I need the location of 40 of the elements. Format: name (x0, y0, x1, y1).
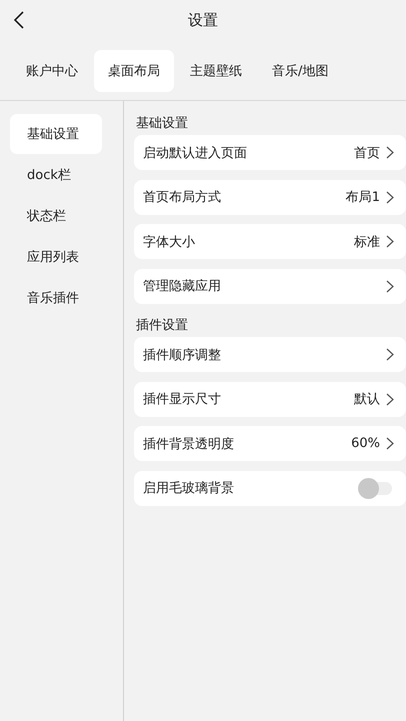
chevron-right-icon (386, 280, 394, 292)
chevron-right-icon (386, 235, 394, 248)
sidebar-item[interactable]: 应用列表 (10, 237, 102, 277)
tab[interactable]: 桌面布局 (94, 50, 174, 92)
section-title: 基础设置 (135, 115, 189, 133)
row-label: 插件顺序调整 (143, 346, 222, 364)
row-value: 60% (351, 436, 380, 451)
sidebar-item[interactable]: 基础设置 (10, 114, 102, 154)
tab[interactable]: 账户中心 (12, 50, 92, 92)
row-value: 首页 (354, 144, 380, 162)
settings-row[interactable]: 启动默认进入页面 首页 (134, 135, 406, 170)
sidebar-item[interactable]: 状态栏 (10, 196, 102, 236)
row-value: 标准 (354, 234, 380, 250)
sidebar-item[interactable]: 音乐插件 (10, 278, 102, 318)
settings-row[interactable]: 字体大小 标准 (134, 224, 406, 259)
settings-row[interactable]: 管理隐藏应用 (134, 268, 406, 304)
row-label: 首页布局方式 (143, 189, 222, 206)
settings-row[interactable]: 插件顺序调整 (134, 337, 406, 372)
chevron-right-icon (386, 190, 394, 204)
chevron-right-icon (386, 146, 394, 159)
chevron-right-icon (386, 348, 394, 361)
chevron-right-icon (386, 392, 394, 406)
back-icon[interactable] (12, 10, 26, 30)
settings-row[interactable]: 首页布局方式 布局1 (134, 180, 406, 214)
chevron-right-icon (386, 437, 394, 450)
row-label: 启用毛玻璃背景 (143, 480, 235, 497)
sidebar-item[interactable]: dock栏 (10, 155, 102, 195)
row-label: 启动默认进入页面 (143, 144, 248, 162)
row-label: 插件背景透明度 (143, 436, 235, 452)
tab[interactable]: 音乐/地图 (258, 50, 342, 92)
page-title: 设置 (188, 10, 218, 30)
tab[interactable]: 主题壁纸 (176, 50, 256, 92)
row-value: 布局1 (346, 189, 380, 206)
settings-row[interactable]: 插件显示尺寸 默认 (134, 382, 406, 416)
row-value: 默认 (354, 391, 380, 408)
row-label: 字体大小 (143, 234, 196, 250)
row-label: 插件显示尺寸 (143, 391, 222, 408)
settings-row[interactable]: 插件背景透明度 60% (134, 426, 406, 461)
row-label: 管理隐藏应用 (143, 278, 222, 295)
section-title: 插件设置 (135, 317, 189, 335)
